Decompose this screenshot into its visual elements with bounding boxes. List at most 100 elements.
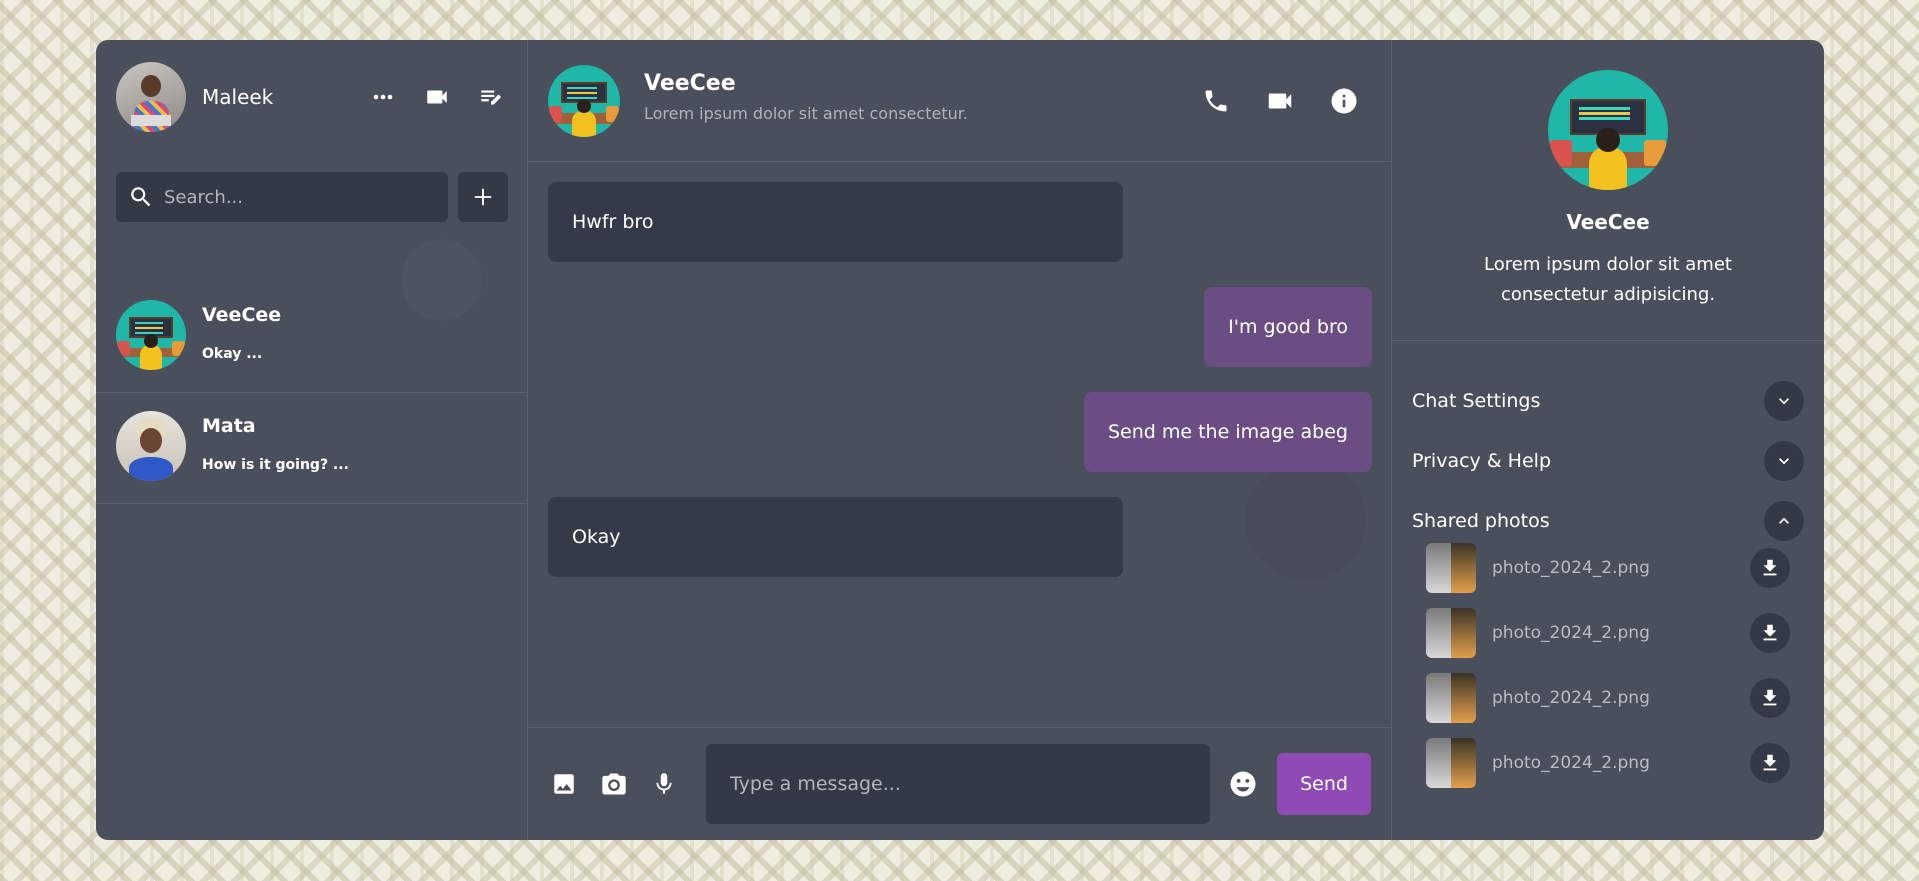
photo-name: photo_2024_2.png bbox=[1492, 622, 1650, 643]
chat-avatar[interactable] bbox=[548, 64, 620, 137]
message-text: Send me the image abeg bbox=[1107, 421, 1348, 443]
chat-panel: VeeCee Lorem ipsum dolor sit amet consec… bbox=[528, 40, 1392, 840]
avatar-decor bbox=[117, 340, 130, 356]
option-label: Chat Settings bbox=[1412, 390, 1541, 412]
send-button[interactable]: Send bbox=[1277, 753, 1372, 815]
photo-name: photo_2024_2.png bbox=[1492, 557, 1650, 578]
divider bbox=[1392, 340, 1824, 341]
message-text: I'm good bro bbox=[1228, 316, 1348, 338]
option-chat-settings[interactable]: Chat Settings bbox=[1412, 381, 1804, 421]
user-info: Maleek bbox=[116, 62, 507, 132]
thumb-part bbox=[1426, 542, 1451, 593]
emoji-icon[interactable] bbox=[1226, 766, 1261, 802]
photo-thumbnail[interactable] bbox=[1426, 672, 1476, 723]
user-avatar[interactable] bbox=[116, 62, 186, 132]
avatar-decor bbox=[605, 106, 619, 123]
user-name: Maleek bbox=[202, 85, 274, 109]
search-icon bbox=[131, 187, 151, 207]
conversation-item-mata[interactable]: Mata How is it going? ... bbox=[96, 393, 527, 504]
video-call-icon[interactable] bbox=[1263, 84, 1297, 118]
chevron-down-icon[interactable] bbox=[1764, 381, 1804, 421]
photo-thumbnail[interactable] bbox=[1426, 607, 1476, 658]
conversation-item-veecee[interactable]: VeeCee Okay ... bbox=[96, 282, 527, 393]
thumb-part bbox=[1451, 672, 1476, 723]
profile-name: VeeCee bbox=[1566, 210, 1650, 234]
add-chat-button[interactable] bbox=[458, 172, 508, 222]
veecee-avatar bbox=[116, 300, 186, 370]
avatar-decor bbox=[1644, 139, 1666, 166]
video-icon[interactable] bbox=[421, 81, 453, 113]
conversation-text: VeeCee Okay ... bbox=[202, 300, 281, 362]
conversation-name: VeeCee bbox=[202, 304, 282, 326]
chat-title-wrap: VeeCee Lorem ipsum dolor sit amet consec… bbox=[644, 71, 1199, 123]
search-input[interactable] bbox=[164, 186, 414, 208]
shared-photo-item: photo_2024_2.png bbox=[1426, 665, 1790, 730]
shared-photo-item: photo_2024_2.png bbox=[1426, 730, 1790, 795]
photo-thumbnail[interactable] bbox=[1426, 542, 1476, 593]
download-icon[interactable] bbox=[1750, 742, 1790, 783]
message-received: Okay bbox=[548, 497, 1123, 577]
search-row bbox=[116, 172, 508, 222]
edit-icon[interactable] bbox=[475, 81, 507, 113]
avatar-body bbox=[139, 344, 163, 370]
option-privacy-help[interactable]: Privacy & Help bbox=[1412, 441, 1804, 481]
option-label: Shared photos bbox=[1412, 510, 1550, 532]
message-received: Hwfr bro bbox=[548, 182, 1123, 262]
avatar-head bbox=[141, 74, 161, 97]
conversation-text: Mata How is it going? ... bbox=[202, 411, 349, 473]
photo-thumbnail[interactable] bbox=[1426, 737, 1476, 788]
search-box bbox=[116, 172, 448, 222]
composer-icons bbox=[548, 768, 680, 800]
message-text: Okay bbox=[572, 526, 621, 548]
download-icon[interactable] bbox=[1750, 677, 1790, 718]
avatar-laptop bbox=[131, 115, 171, 127]
shared-photo-item: photo_2024_2.png bbox=[1426, 600, 1790, 665]
avatar-head bbox=[139, 427, 163, 453]
camera-icon[interactable] bbox=[598, 768, 630, 800]
download-icon[interactable] bbox=[1750, 547, 1790, 588]
avatar-head bbox=[144, 333, 158, 348]
chevron-down-icon[interactable] bbox=[1764, 441, 1804, 481]
conversation-last-message: Okay ... bbox=[202, 346, 263, 362]
thumb-part bbox=[1426, 672, 1451, 723]
conversation-last-message: How is it going? ... bbox=[202, 457, 349, 473]
thumb-part bbox=[1451, 542, 1476, 593]
message-sent: Send me the image abeg bbox=[1083, 392, 1372, 472]
chat-title: VeeCee bbox=[644, 70, 736, 96]
message-sent: I'm good bro bbox=[1204, 287, 1372, 367]
avatar-body bbox=[1588, 146, 1628, 190]
chat-header: VeeCee Lorem ipsum dolor sit amet consec… bbox=[528, 40, 1391, 162]
phone-icon[interactable] bbox=[1199, 84, 1233, 118]
message-composer: Send bbox=[528, 727, 1391, 840]
download-icon[interactable] bbox=[1750, 612, 1790, 653]
plus-icon bbox=[474, 188, 492, 206]
avatar-body bbox=[572, 110, 596, 137]
thumb-part bbox=[1426, 737, 1451, 788]
shared-photo-item: photo_2024_2.png bbox=[1426, 535, 1790, 600]
chat-actions bbox=[1199, 84, 1361, 118]
profile-description: Lorem ipsum dolor sit amet consectetur a… bbox=[1484, 254, 1732, 305]
thumb-part bbox=[1451, 737, 1476, 788]
avatar-body bbox=[128, 457, 174, 481]
thumb-part bbox=[1426, 607, 1451, 658]
avatar-decor bbox=[172, 340, 185, 356]
conversation-list: VeeCee Okay ... Mata How is it going? ..… bbox=[96, 282, 527, 504]
sidebar: Maleek Search... VeeCee Okay ... Mata Ho… bbox=[96, 40, 528, 840]
message-text: Hwfr bro bbox=[572, 211, 654, 233]
shared-photos-list: photo_2024_2.png photo_2024_2.png photo_… bbox=[1426, 535, 1790, 795]
image-icon[interactable] bbox=[548, 768, 580, 800]
profile-avatar bbox=[1548, 70, 1668, 190]
avatar-decor bbox=[549, 106, 563, 123]
chat-app: Maleek Search... VeeCee Okay ... Mata Ho… bbox=[96, 40, 1824, 840]
mata-avatar bbox=[116, 411, 186, 481]
conversation-name: Mata bbox=[202, 415, 256, 437]
details-panel: VeeCee Lorem ipsum dolor sit amet consec… bbox=[1392, 40, 1824, 840]
message-input[interactable] bbox=[706, 744, 1210, 824]
avatar-decor bbox=[1550, 139, 1572, 166]
photo-name: photo_2024_2.png bbox=[1492, 752, 1650, 773]
mic-icon[interactable] bbox=[648, 768, 680, 800]
more-icon[interactable] bbox=[367, 81, 399, 113]
chat-status: Lorem ipsum dolor sit amet consectetur. bbox=[644, 103, 968, 123]
user-header-icons bbox=[367, 81, 507, 113]
info-icon[interactable] bbox=[1327, 84, 1361, 118]
